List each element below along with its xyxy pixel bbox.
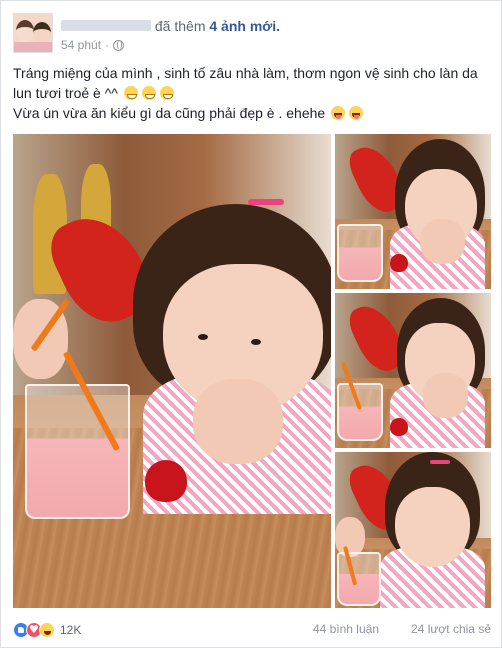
grin-emoji — [141, 86, 156, 100]
haha-icon — [39, 622, 55, 638]
photo-grid — [13, 134, 491, 608]
photo-girl-smiling-3[interactable] — [335, 452, 491, 608]
author-line: đã thêm 4 ảnh mới. — [61, 17, 280, 35]
shares-count-link[interactable]: 24 lượt chia sẻ — [411, 622, 491, 636]
tongue-emoji — [331, 106, 346, 120]
action-text: đã thêm — [154, 18, 206, 34]
author-name-redacted[interactable] — [61, 20, 151, 31]
reaction-count: 12K — [60, 623, 82, 637]
photo-girl-smiling-2[interactable] — [335, 293, 491, 448]
post-meta: 54 phút · — [61, 37, 125, 53]
comments-count-link[interactable]: 44 bình luận — [313, 622, 379, 636]
post-header: đã thêm 4 ảnh mới. 54 phút · — [13, 13, 493, 57]
content-line-2: Vừa ún vừa ăn kiểu gì da cũng phải đẹp è… — [13, 103, 493, 123]
content-line-1: Tráng miệng của mình , sinh tố zâu nhà l… — [13, 65, 478, 101]
post-footer: 12K 44 bình luận 24 lượt chia sẻ — [13, 621, 491, 641]
photo-girl-smiling-1[interactable] — [335, 134, 491, 289]
photo-girl-drinking-main[interactable] — [13, 134, 331, 608]
post-timestamp[interactable]: 54 phút — [61, 37, 101, 53]
author-avatar[interactable] — [13, 13, 53, 53]
facebook-post: đã thêm 4 ảnh mới. 54 phút · Tráng miệng… — [0, 0, 502, 648]
grin-emoji — [123, 86, 138, 100]
globe-icon[interactable] — [113, 39, 125, 51]
post-content: Tráng miệng của mình , sinh tố zâu nhà l… — [13, 63, 493, 123]
grin-emoji — [159, 86, 174, 100]
reactions-summary[interactable]: 12K — [13, 622, 81, 638]
action-link-photos[interactable]: 4 ảnh mới. — [209, 18, 280, 34]
tongue-emoji — [349, 106, 364, 120]
